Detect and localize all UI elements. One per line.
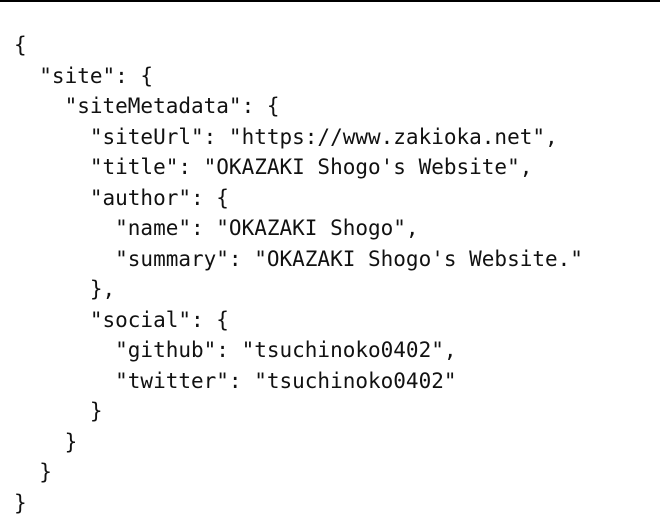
code-line: "site": { xyxy=(14,63,154,88)
code-line: "siteUrl": "https://www.zakioka.net", xyxy=(14,124,558,149)
code-line: }, xyxy=(14,277,116,301)
code-line: } xyxy=(14,429,78,454)
code-line: "social": { xyxy=(14,307,229,332)
code-line: } xyxy=(14,399,103,423)
code-line: "siteMetadata": { xyxy=(14,94,280,118)
code-line: { xyxy=(14,33,27,57)
code-line: "title": "OKAZAKI Shogo's Website", xyxy=(14,155,533,179)
top-divider xyxy=(0,0,660,2)
code-line: "summary": "OKAZAKI Shogo's Website." xyxy=(14,246,583,271)
code-line: "author": { xyxy=(14,185,229,210)
code-line: "github": "tsuchinoko0402", xyxy=(14,338,457,362)
json-code-block: { "site": { "siteMetadata": { "siteUrl":… xyxy=(14,30,583,518)
code-line: "name": "OKAZAKI Shogo", xyxy=(14,216,419,240)
code-line: } xyxy=(14,490,27,515)
code-line: } xyxy=(14,460,52,484)
code-line: "twitter": "tsuchinoko0402" xyxy=(14,368,457,393)
